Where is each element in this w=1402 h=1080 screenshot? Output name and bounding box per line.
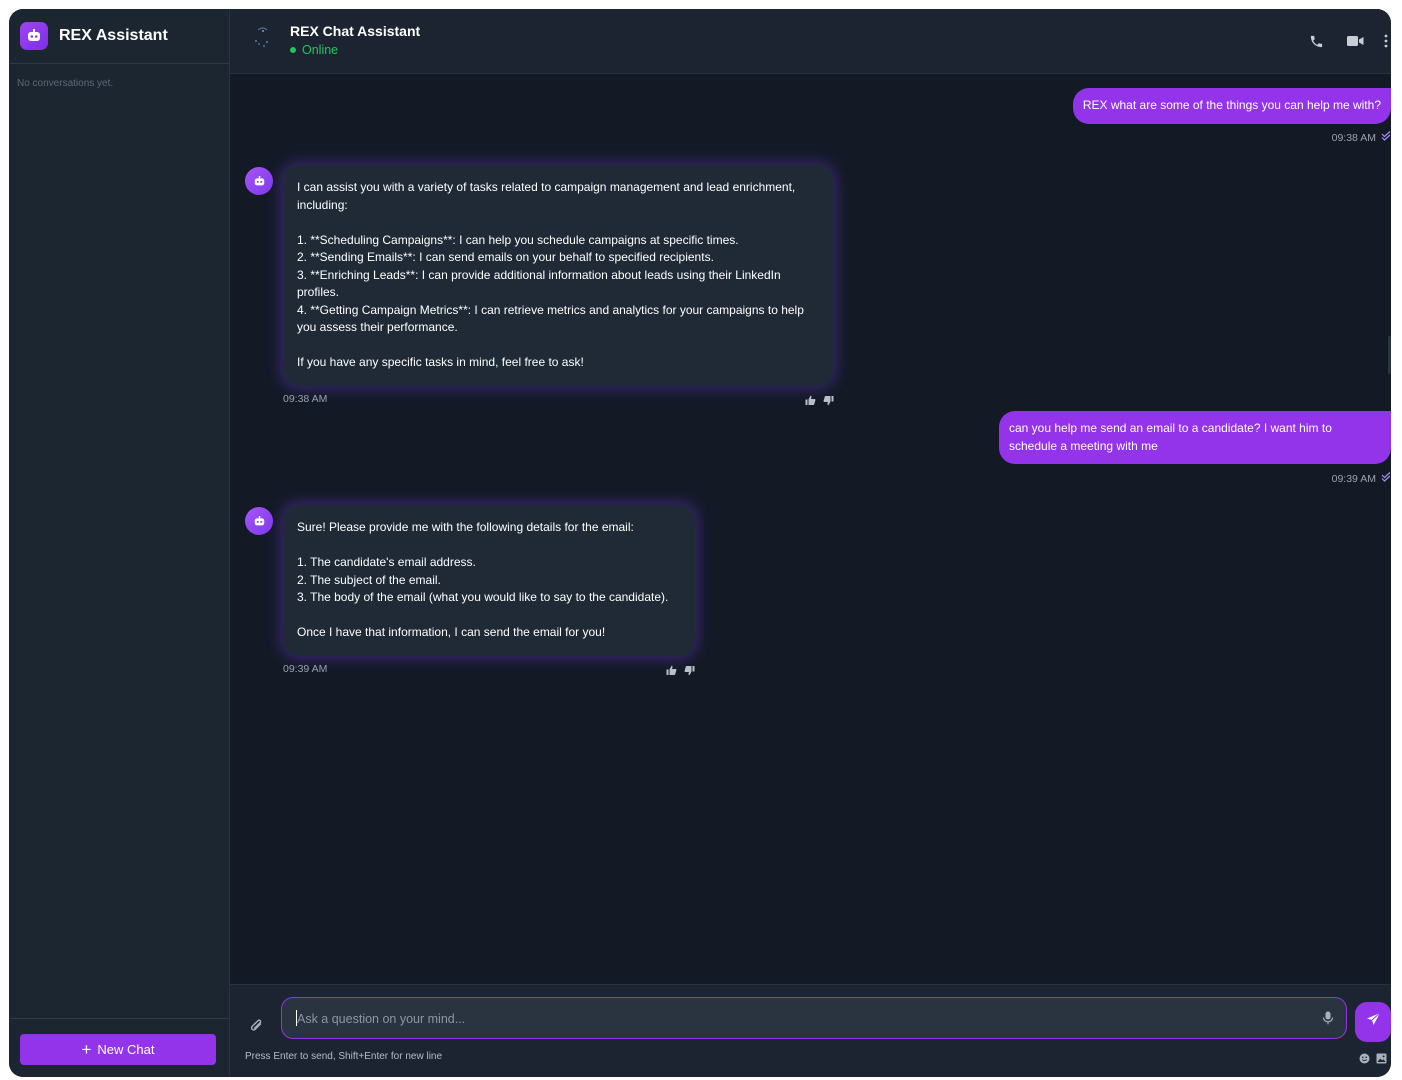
sidebar-footer: + New Chat [9, 1018, 229, 1077]
assistant-avatar-icon [252, 25, 274, 55]
scrollbar[interactable] [1388, 336, 1391, 374]
header-actions [1306, 31, 1391, 51]
message-time: 09:38 AM [1331, 131, 1376, 144]
send-button[interactable] [1355, 1002, 1391, 1042]
chat-panel: REX Chat Assistant Online REX what are s… [230, 9, 1391, 1077]
paperclip-icon[interactable] [250, 1018, 266, 1034]
chat-header: REX Chat Assistant Online [230, 9, 1391, 74]
more-vertical-icon[interactable] [1381, 31, 1391, 51]
chat-title: REX Chat Assistant [290, 23, 421, 39]
message-meta: 09:39 AM [1332, 472, 1391, 485]
app-window: REX Assistant No conversations yet. + Ne… [9, 9, 1391, 1077]
sidebar-title: REX Assistant [59, 27, 168, 44]
video-icon[interactable] [1345, 31, 1365, 51]
online-dot-icon [290, 47, 296, 53]
message-text: REX what are some of the things you can … [1082, 98, 1381, 112]
message-time: 09:39 AM [1331, 472, 1376, 485]
sidebar-header: REX Assistant [9, 9, 229, 64]
robot-icon [245, 167, 273, 195]
thumbs-down-icon[interactable] [823, 393, 834, 406]
empty-conversations-text: No conversations yet. [17, 78, 114, 89]
emoji-icon[interactable] [1359, 1051, 1370, 1069]
composer: Press Enter to send, Shift+Enter for new… [230, 984, 1391, 1077]
new-chat-button[interactable]: + New Chat [20, 1034, 216, 1065]
message-reactions [805, 393, 834, 406]
thumbs-up-icon[interactable] [666, 663, 677, 675]
mic-icon[interactable] [1322, 1011, 1334, 1025]
double-check-icon [1381, 472, 1391, 485]
double-check-icon [1381, 131, 1391, 144]
send-icon [1366, 1012, 1381, 1032]
phone-icon[interactable] [1306, 31, 1326, 51]
image-icon[interactable] [1376, 1051, 1387, 1069]
robot-icon [245, 507, 273, 535]
message-input[interactable] [295, 998, 1309, 1040]
status-indicator: Online [290, 43, 338, 57]
message-meta: 09:38 AM [1332, 131, 1391, 144]
sidebar: REX Assistant No conversations yet. + Ne… [9, 9, 230, 1077]
message-reactions [666, 663, 695, 676]
assistant-message-bubble: Sure! Please provide me with the followi… [283, 505, 695, 656]
thumbs-down-icon[interactable] [684, 663, 695, 676]
footer-icons [1359, 1051, 1387, 1069]
message-text: Sure! Please provide me with the followi… [297, 520, 669, 639]
thumbs-up-icon[interactable] [805, 393, 816, 405]
message-text: can you help me send an email to a candi… [1009, 421, 1332, 453]
message-time: 09:39 AM [283, 663, 328, 675]
status-text: Online [302, 43, 339, 57]
input-hint: Press Enter to send, Shift+Enter for new… [245, 1051, 443, 1062]
message-list: REX what are some of the things you can … [230, 74, 1391, 983]
message-time: 09:38 AM [283, 393, 328, 405]
plus-icon: + [81, 1040, 92, 1059]
message-text: I can assist you with a variety of tasks… [297, 180, 804, 369]
message-input-wrapper [281, 997, 1347, 1040]
user-message-bubble: REX what are some of the things you can … [1072, 88, 1391, 124]
assistant-message-bubble: I can assist you with a variety of tasks… [283, 165, 833, 386]
new-chat-label: New Chat [97, 1042, 155, 1057]
robot-icon [20, 22, 48, 50]
user-message-bubble: can you help me send an email to a candi… [999, 411, 1391, 464]
